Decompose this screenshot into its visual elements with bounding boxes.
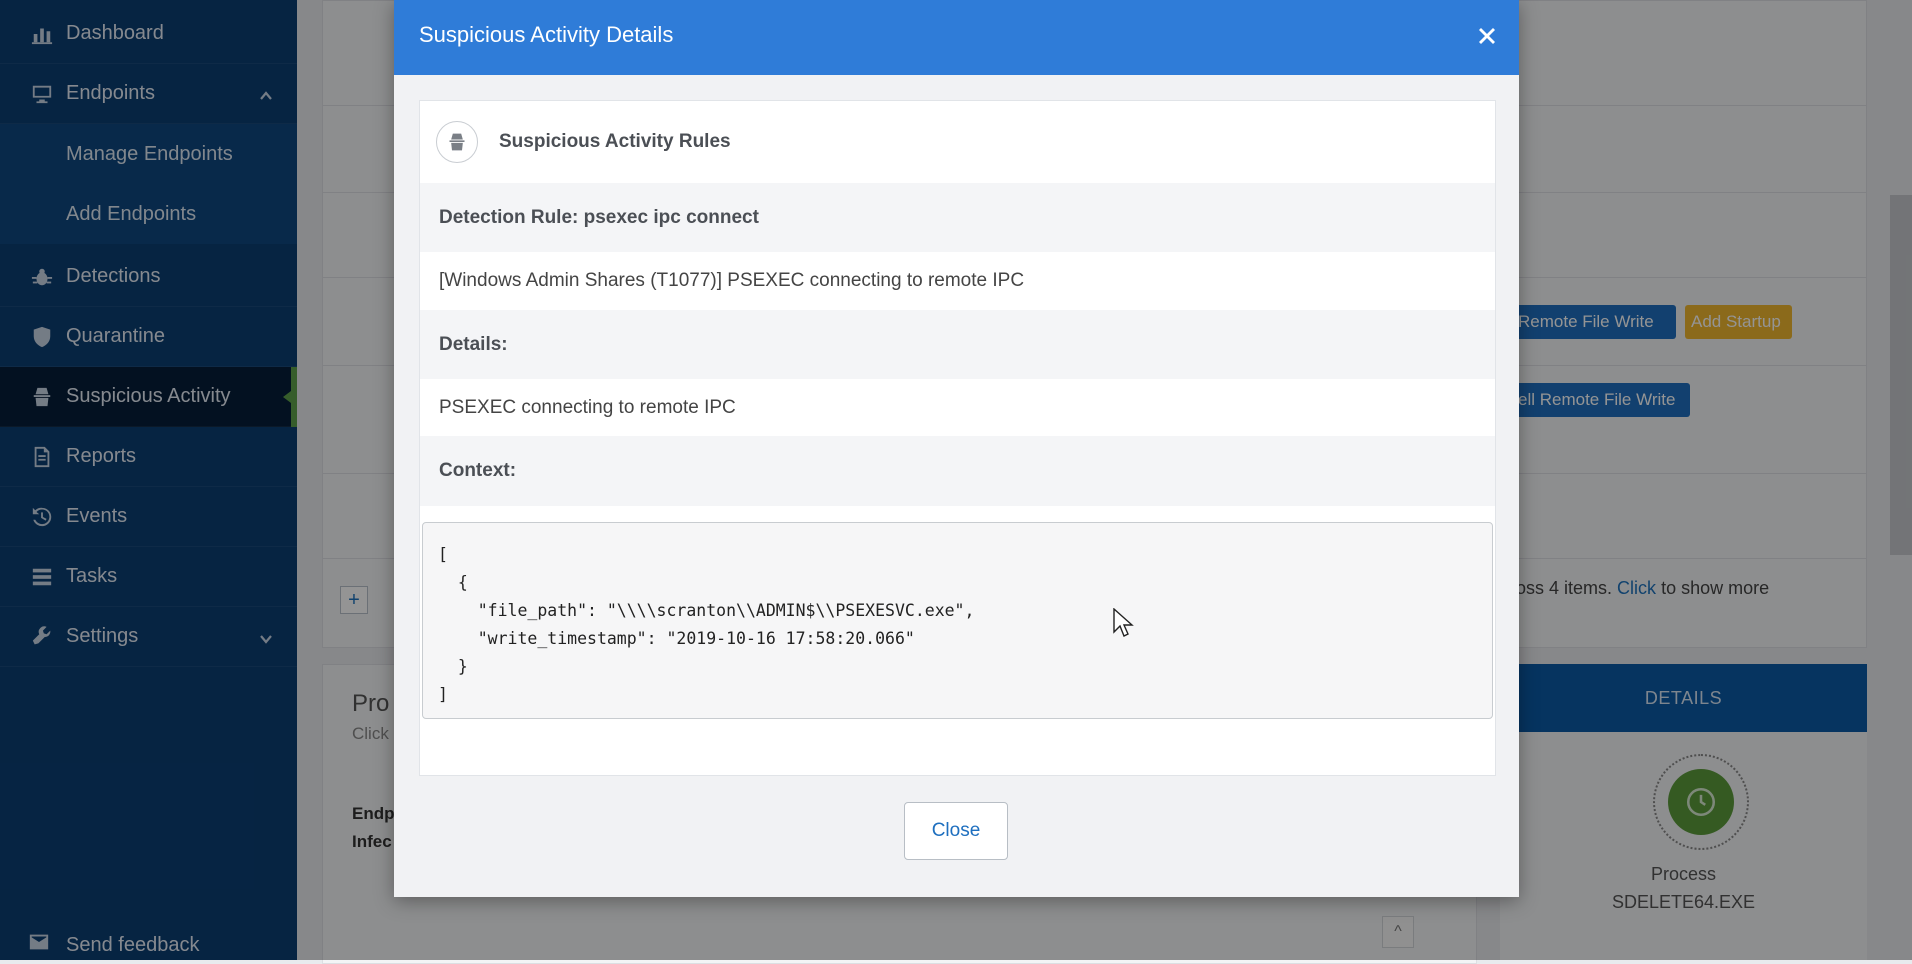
details-heading: Details: xyxy=(420,310,1495,379)
modal-title: Suspicious Activity Details xyxy=(419,22,674,47)
close-icon[interactable] xyxy=(1477,26,1497,46)
mouse-cursor-icon xyxy=(1113,608,1134,637)
spy-icon xyxy=(436,121,478,163)
rule-description: [Windows Admin Shares (T1077)] PSEXEC co… xyxy=(439,270,1025,291)
panel-header: Suspicious Activity Rules xyxy=(420,101,1495,183)
panel-title: Suspicious Activity Rules xyxy=(499,131,731,152)
context-json: [ { "file_path": "\\\\scranton\\ADMIN$\\… xyxy=(422,522,1493,719)
suspicious-activity-modal: Suspicious Activity Details Suspicious A… xyxy=(394,0,1519,897)
rules-panel: Suspicious Activity Rules Detection Rule… xyxy=(419,100,1496,776)
details-value: PSEXEC connecting to remote IPC xyxy=(439,396,736,418)
close-button[interactable]: Close xyxy=(904,802,1008,860)
detection-rule-heading: Detection Rule: psexec ipc connect xyxy=(420,183,1495,252)
context-heading: Context: xyxy=(420,436,1495,506)
modal-header: Suspicious Activity Details xyxy=(394,0,1519,75)
